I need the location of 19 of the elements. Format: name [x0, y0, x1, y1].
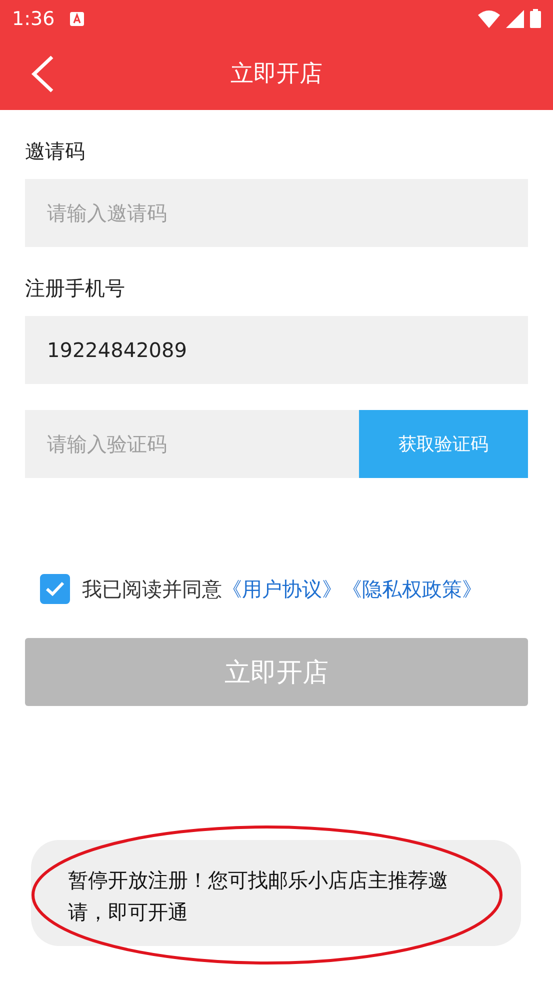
back-icon[interactable] — [30, 55, 56, 93]
notification-icon — [68, 10, 85, 26]
agreement-link[interactable]: 《隐私权政策》 — [342, 576, 482, 602]
field-label: 注册手机号 — [25, 275, 125, 302]
agreement-link[interactable]: 《用户协议》 — [222, 576, 342, 602]
field-label: 邀请码 — [25, 138, 85, 165]
toast-message: 暂停开放注册！您可找邮乐小店店主推荐邀请，即可开通 — [31, 840, 521, 946]
code-input-field[interactable]: 请输入验证码 — [25, 410, 359, 478]
agreement-text: 我已阅读并同意 — [82, 576, 222, 602]
check-icon — [45, 581, 65, 597]
input-field[interactable]: 19224842089 — [25, 316, 528, 384]
input-field[interactable]: 请输入邀请码 — [25, 179, 528, 247]
wifi-icon — [478, 10, 500, 28]
battery-icon — [530, 9, 541, 28]
status-time: 1:36 — [12, 8, 55, 30]
get-code-button[interactable]: 获取验证码 — [359, 410, 528, 478]
signal-icon — [506, 10, 524, 28]
agree-checkbox[interactable] — [40, 574, 70, 604]
page-title: 立即开店 — [230, 60, 322, 89]
